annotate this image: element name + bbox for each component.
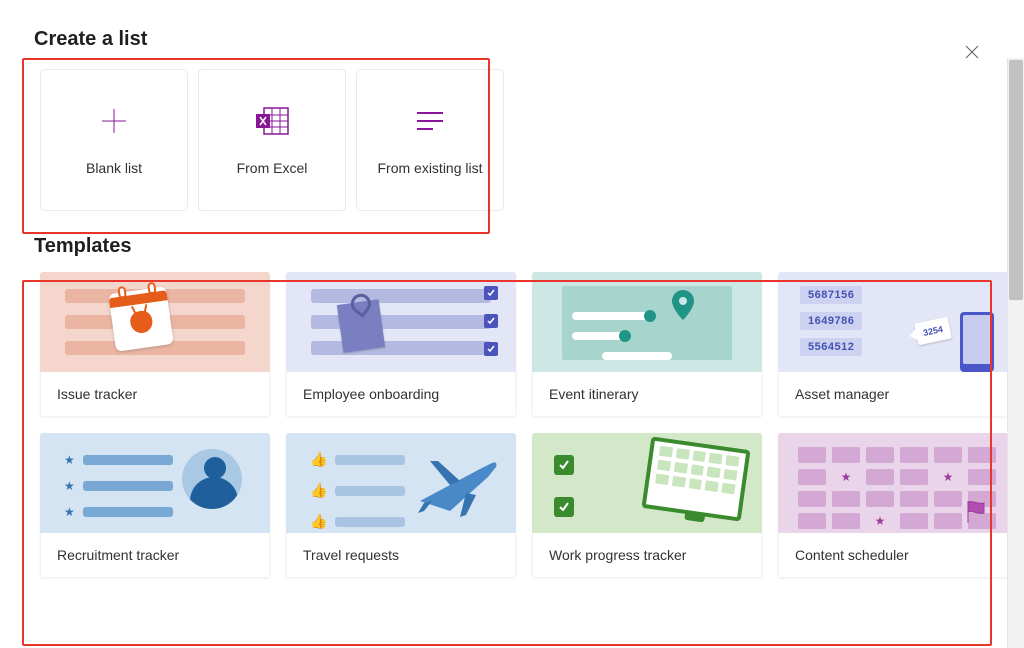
note-icon	[337, 299, 385, 352]
template-label: Event itinerary	[532, 372, 762, 417]
blank-list-label: Blank list	[86, 160, 142, 176]
template-label: Recruitment tracker	[40, 533, 270, 578]
thumbs-up-icon: 👍	[310, 482, 327, 499]
template-content-scheduler[interactable]: ★★ ★ Content scheduler	[778, 433, 1008, 578]
excel-icon	[254, 104, 290, 138]
thumbs-up-icon: 👍	[310, 451, 327, 468]
template-label: Content scheduler	[778, 533, 1008, 578]
from-excel-label: From Excel	[237, 160, 308, 176]
template-label: Issue tracker	[40, 372, 270, 417]
monitor-icon	[641, 436, 750, 521]
map-pin-icon	[672, 290, 694, 320]
template-label: Employee onboarding	[286, 372, 516, 417]
star-icon: ★	[64, 479, 75, 493]
template-employee-onboarding[interactable]: Employee onboarding	[286, 272, 516, 417]
event-itinerary-thumb	[532, 272, 762, 372]
airplane-icon	[410, 451, 500, 521]
template-issue-tracker[interactable]: Issue tracker	[40, 272, 270, 417]
star-icon: ★	[64, 505, 75, 519]
close-icon	[964, 44, 980, 60]
asset-tag: 5687156	[800, 286, 862, 304]
blank-list-card[interactable]: Blank list	[40, 69, 188, 211]
calendar-bug-icon	[108, 286, 174, 352]
from-existing-card[interactable]: From existing list	[356, 69, 504, 211]
travel-requests-thumb: 👍 👍 👍	[286, 433, 516, 533]
phone-icon	[960, 312, 994, 372]
asset-tag: 5564512	[800, 338, 862, 356]
avatar-icon	[182, 449, 242, 509]
check-icon	[554, 497, 574, 517]
work-progress-thumb	[532, 433, 762, 533]
list-icon	[415, 104, 445, 138]
close-button[interactable]	[960, 40, 984, 64]
issue-tracker-thumb	[40, 272, 270, 372]
from-excel-card[interactable]: From Excel	[198, 69, 346, 211]
template-work-progress[interactable]: Work progress tracker	[532, 433, 762, 578]
plus-icon	[98, 104, 130, 138]
content-scheduler-thumb: ★★ ★	[778, 433, 1008, 533]
vertical-scrollbar[interactable]	[1007, 58, 1024, 648]
templates-heading: Templates	[34, 235, 990, 258]
check-icon	[554, 455, 574, 475]
scrollbar-thumb[interactable]	[1009, 60, 1023, 300]
template-asset-manager[interactable]: 5687156 1649786 5564512 3254 Asset manag…	[778, 272, 1008, 417]
asset-tag: 1649786	[800, 312, 862, 330]
star-icon: ★	[64, 453, 75, 467]
template-label: Travel requests	[286, 533, 516, 578]
thumbs-up-icon: 👍	[310, 513, 327, 530]
create-list-dialog: Create a list Blank list From Excel	[0, 0, 1024, 578]
check-icon	[484, 314, 498, 328]
page-title: Create a list	[34, 28, 990, 51]
flag-icon	[964, 499, 988, 525]
check-icon	[484, 342, 498, 356]
template-label: Asset manager	[778, 372, 1008, 417]
price-tag-icon: 3254	[914, 317, 952, 346]
template-label: Work progress tracker	[532, 533, 762, 578]
recruitment-tracker-thumb: ★ ★ ★	[40, 433, 270, 533]
employee-onboarding-thumb	[286, 272, 516, 372]
template-recruitment-tracker[interactable]: ★ ★ ★ Recruitment tracker	[40, 433, 270, 578]
asset-manager-thumb: 5687156 1649786 5564512 3254	[778, 272, 1008, 372]
templates-grid: Issue tracker Employee onboarding	[40, 272, 990, 578]
check-icon	[484, 286, 498, 300]
from-existing-label: From existing list	[377, 160, 482, 176]
create-source-row: Blank list From Excel	[40, 69, 990, 211]
template-event-itinerary[interactable]: Event itinerary	[532, 272, 762, 417]
template-travel-requests[interactable]: 👍 👍 👍 Travel requests	[286, 433, 516, 578]
